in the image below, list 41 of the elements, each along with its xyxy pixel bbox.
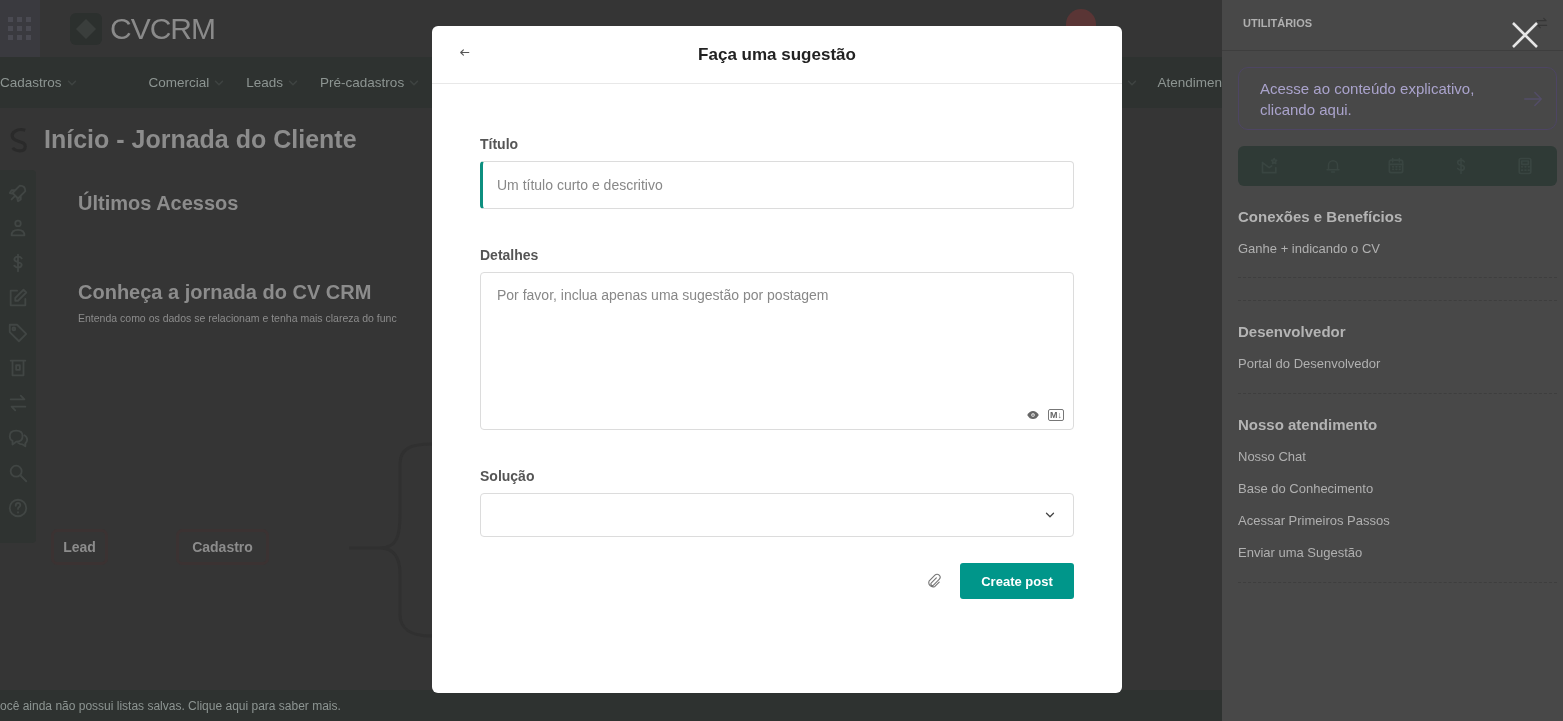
close-icon[interactable] bbox=[1510, 20, 1540, 50]
paperclip-icon bbox=[925, 572, 942, 590]
nav-menu-item[interactable]: Leads bbox=[246, 75, 301, 90]
title-field[interactable]: Um título curto e descritivo bbox=[480, 161, 1074, 209]
panel-link[interactable]: Nosso Chat bbox=[1238, 449, 1557, 464]
page-title: Início - Jornada do Cliente bbox=[44, 124, 357, 154]
preview-icon[interactable] bbox=[1026, 408, 1040, 422]
panel-title: UTILITÁRIOS bbox=[1243, 17, 1314, 29]
nav-menu-item[interactable]: Comercial bbox=[148, 75, 227, 90]
panel-link[interactable]: Base do Conhecimento bbox=[1238, 481, 1557, 496]
panel-link[interactable]: Portal do Desenvolvedor bbox=[1238, 356, 1557, 371]
solution-dropdown[interactable] bbox=[480, 493, 1074, 537]
section-subtitle: Entenda como os dados se relacionam e tenha mais clareza do func bbox=[78, 312, 398, 324]
back-button[interactable] bbox=[458, 46, 471, 59]
field-label: Detalhes bbox=[480, 247, 540, 263]
panel-link[interactable]: Acessar Primeiros Passos bbox=[1238, 513, 1557, 528]
section-title: Últimos Acessos bbox=[78, 192, 240, 215]
nav-menu-item[interactable]: Pré-cadastros bbox=[320, 75, 422, 90]
field-label: Solução bbox=[480, 468, 536, 484]
avatar[interactable] bbox=[1066, 9, 1096, 26]
section-heading: Nosso atendimento bbox=[1238, 416, 1379, 433]
section-title: Conheça a jornada do CV CRM bbox=[78, 281, 373, 304]
section-heading: Desenvolvedor bbox=[1238, 323, 1347, 340]
swap-icon[interactable] bbox=[1535, 16, 1549, 30]
field-label: Título bbox=[480, 136, 520, 152]
status-message[interactable]: ocê ainda não possui listas salvas. Clique aqui para saber mais. bbox=[0, 690, 1222, 721]
arrow-left-icon bbox=[458, 46, 471, 59]
nav-menu-item[interactable]: Cadastros bbox=[0, 75, 79, 90]
diagram-node: Cadastro bbox=[176, 529, 269, 565]
logo-text: CVCRM bbox=[110, 11, 215, 46]
panel-link[interactable]: Enviar uma Sugestão bbox=[1238, 545, 1557, 560]
markdown-badge: M↓ bbox=[1048, 409, 1064, 421]
create-post-button[interactable]: Create post bbox=[960, 563, 1074, 599]
attach-button[interactable] bbox=[925, 572, 942, 590]
section-heading: Conexões e Benefícios bbox=[1238, 208, 1404, 225]
panel-link[interactable]: Ganhe + indicando o CV bbox=[1238, 241, 1557, 256]
help-link[interactable]: Acesse ao conteúdo explicativo, clicando aqui. bbox=[1238, 67, 1557, 130]
nav-menu-item[interactable]: Atendimen bbox=[1157, 75, 1222, 90]
modal-title: Faça uma sugestão bbox=[698, 44, 856, 65]
diagram-node: Lead bbox=[51, 529, 108, 565]
apps-button[interactable] bbox=[0, 0, 40, 57]
